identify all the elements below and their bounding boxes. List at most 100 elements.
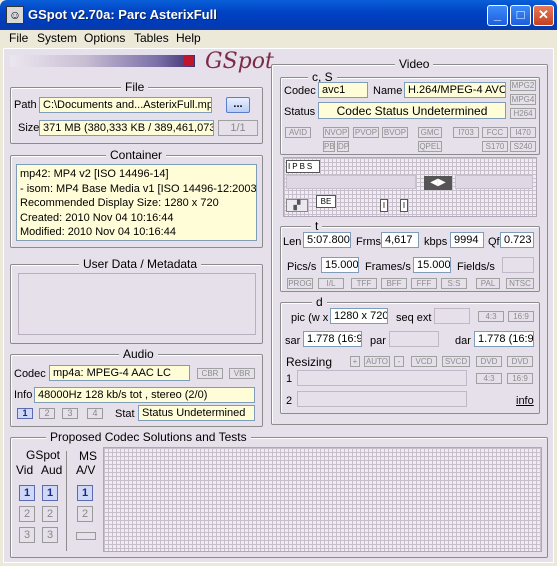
tag-bff[interactable]: BFF: [381, 278, 407, 289]
proposed-results-box[interactable]: [103, 447, 542, 552]
tag-qpel[interactable]: QPEL: [418, 141, 442, 152]
ar-16-9-button[interactable]: 16:9: [508, 311, 534, 322]
tag-dp[interactable]: DP: [337, 141, 349, 152]
size-label: Size: [18, 122, 40, 134]
tag-avid[interactable]: AVID: [285, 127, 311, 138]
ms-label: MS: [79, 449, 97, 463]
resize-plus-button[interactable]: +: [350, 356, 360, 367]
red-marker: [184, 56, 194, 66]
tag-i703[interactable]: I703: [453, 127, 479, 138]
frame-label: B: [299, 162, 307, 171]
cbr-button[interactable]: CBR: [197, 368, 223, 379]
frame-label: E: [326, 197, 332, 206]
tag-prog[interactable]: PROG: [287, 278, 313, 289]
resize-dvd-button[interactable]: DVD: [476, 356, 502, 367]
ms-2-button[interactable]: 2: [77, 506, 93, 522]
kbps-field: 9994: [450, 232, 484, 248]
frame-track-left: [286, 175, 416, 189]
sar-field: 1.778 (16:9): [303, 331, 362, 347]
ms-3-button[interactable]: [76, 532, 96, 540]
menu-tables[interactable]: Tables: [134, 31, 169, 45]
gradient-strip: [10, 55, 195, 67]
resize-row1-label: 1: [286, 373, 293, 385]
kbps-label: kbps: [424, 236, 448, 248]
tag-nvop[interactable]: NVOP: [323, 127, 349, 138]
container-line: Modified: 2010 Nov 04 10:16:44: [20, 226, 176, 238]
vid-2-button[interactable]: 2: [19, 506, 35, 522]
tag-pb[interactable]: PB: [323, 141, 335, 152]
resize-ar-16-9-button[interactable]: 16:9: [507, 373, 533, 384]
info-link[interactable]: info: [516, 395, 534, 407]
resize-svcd-button[interactable]: SVCD: [442, 356, 470, 367]
resize-dvd2-button[interactable]: DVD: [507, 356, 533, 367]
resize-ar-4-3-button[interactable]: 4:3: [476, 373, 502, 384]
aud-3-button[interactable]: 3: [42, 527, 58, 543]
tag-ntsc[interactable]: NTSC: [506, 278, 534, 289]
browse-button[interactable]: ...: [226, 97, 250, 113]
tag-fcc[interactable]: FCC: [482, 127, 508, 138]
tag-pal[interactable]: PAL: [476, 278, 500, 289]
close-button[interactable]: ✕: [533, 5, 554, 26]
sar-label: sar: [285, 335, 301, 347]
menu-help[interactable]: Help: [176, 31, 201, 45]
resize-vcd-button[interactable]: VCD: [411, 356, 437, 367]
window-title: GSpot v2.70a: Parc AsterixFull: [28, 7, 217, 22]
menu-file[interactable]: File: [9, 31, 28, 45]
tag-pvop[interactable]: PVOP: [353, 127, 379, 138]
frame-label: P: [292, 162, 300, 171]
app-icon[interactable]: ☺: [6, 6, 24, 24]
pic-field: 1280 x 720: [330, 308, 388, 324]
tag-bvop[interactable]: BVOP: [382, 127, 408, 138]
container-info-box: mp42: MP4 v2 [ISO 14496-14] - isom: MP4 …: [16, 164, 257, 241]
video-status-field: Codec Status Undetermined: [318, 102, 506, 119]
audio-tab-2[interactable]: 2: [39, 408, 55, 419]
video-codec-field: avc1: [318, 82, 368, 98]
frame-nav-icon[interactable]: ◀▶: [424, 176, 452, 190]
title-bar[interactable]: ☺ GSpot v2.70a: Parc AsterixFull _ □ ✕: [0, 0, 557, 30]
aud-1-button[interactable]: 1: [42, 485, 58, 501]
vid-3-button[interactable]: 3: [19, 527, 35, 543]
audio-tab-3[interactable]: 3: [62, 408, 78, 419]
tag-fff[interactable]: FFF: [411, 278, 437, 289]
tag-tff[interactable]: TFF: [351, 278, 377, 289]
userdata-box[interactable]: [18, 273, 256, 335]
userdata-group-title: User Data / Metadata: [79, 257, 202, 271]
container-line: Recommended Display Size: 1280 x 720: [20, 197, 219, 209]
ms-1-button[interactable]: 1: [77, 485, 93, 501]
minimize-button[interactable]: _: [487, 5, 508, 26]
tag-gmc[interactable]: GMC: [418, 127, 442, 138]
h264-button[interactable]: H264: [510, 108, 536, 119]
audio-codec-label: Codec: [14, 368, 46, 380]
audio-tab-1[interactable]: 1: [17, 408, 33, 419]
audio-tab-4[interactable]: 4: [87, 408, 103, 419]
resize-auto-button[interactable]: AUTO: [364, 356, 390, 367]
resize-minus-button[interactable]: -: [394, 356, 404, 367]
tag-i470[interactable]: I470: [510, 127, 536, 138]
menu-options[interactable]: Options: [84, 31, 125, 45]
ar-4-3-button[interactable]: 4:3: [478, 311, 504, 322]
path-field[interactable]: C:\Documents and...AsterixFull.mp4: [39, 97, 212, 113]
len-field: 5:07.800: [303, 232, 351, 248]
tag-ss[interactable]: S:S: [441, 278, 467, 289]
av-label: A/V: [76, 463, 96, 477]
video-status-label: Status: [284, 106, 316, 118]
aud-label: Aud: [41, 463, 63, 477]
page-indicator: 1/1: [218, 120, 258, 136]
audio-info-field: 48000Hz 128 kb/s tot , stereo (2/0): [34, 387, 255, 403]
vbr-button[interactable]: VBR: [229, 368, 255, 379]
mpg2-button[interactable]: MPG2: [510, 80, 536, 91]
tag-s170[interactable]: S170: [482, 141, 508, 152]
menu-system[interactable]: System: [37, 31, 77, 45]
path-label: Path: [14, 99, 37, 111]
vid-1-button[interactable]: 1: [19, 485, 35, 501]
frame-label: S: [306, 162, 315, 171]
mpg4-button[interactable]: MPG4: [510, 94, 536, 105]
tag-il[interactable]: I/L: [318, 278, 344, 289]
resize-row2-field: [297, 391, 467, 407]
picture-icon[interactable]: ▞: [286, 199, 308, 212]
maximize-button[interactable]: □: [510, 5, 531, 26]
qf-field: 0.723: [500, 232, 534, 248]
par-label: par: [370, 335, 386, 347]
tag-s240[interactable]: S240: [510, 141, 536, 152]
aud-2-button[interactable]: 2: [42, 506, 58, 522]
